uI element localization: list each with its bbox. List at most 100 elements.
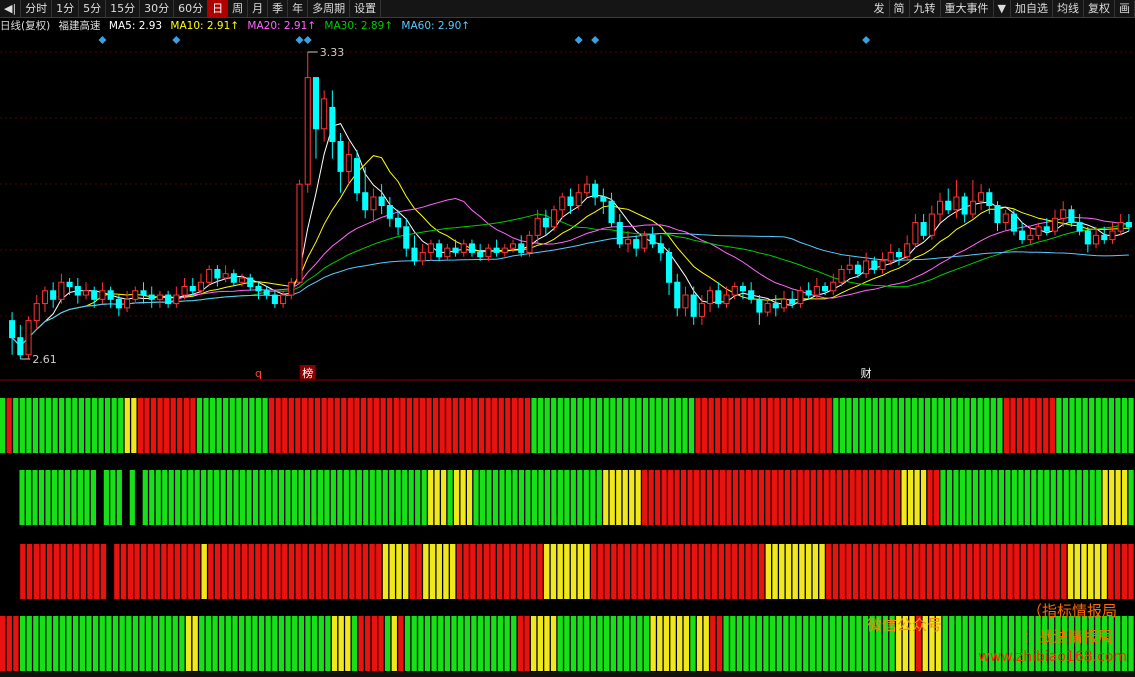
- candle-body[interactable]: [419, 251, 426, 262]
- candle-body[interactable]: [386, 205, 393, 219]
- candle-body[interactable]: [600, 196, 607, 202]
- candle-body[interactable]: [518, 243, 525, 253]
- candle-body[interactable]: [904, 243, 911, 258]
- event-marker-icon[interactable]: [172, 36, 181, 44]
- candle-body[interactable]: [362, 192, 369, 211]
- toolbar-button-4[interactable]: ▼: [994, 0, 1011, 17]
- candle-body[interactable]: [846, 264, 853, 270]
- candle-body[interactable]: [1109, 230, 1116, 241]
- candle-body[interactable]: [477, 251, 484, 258]
- candle-body[interactable]: [1035, 226, 1042, 236]
- candle-body[interactable]: [1084, 230, 1091, 245]
- candle-body[interactable]: [321, 98, 328, 130]
- candle-body[interactable]: [994, 205, 1001, 224]
- candle-body[interactable]: [395, 217, 402, 228]
- candle-body[interactable]: [534, 217, 541, 236]
- candle-body[interactable]: [181, 286, 188, 296]
- candle-body[interactable]: [928, 213, 935, 236]
- toolbar-button-8[interactable]: 画: [1115, 0, 1135, 17]
- toolbar-button-2[interactable]: 九转: [910, 0, 941, 17]
- candle-body[interactable]: [189, 286, 196, 292]
- candle-body[interactable]: [460, 243, 467, 253]
- candle-body[interactable]: [592, 183, 599, 198]
- candle-body[interactable]: [509, 243, 517, 249]
- candle-body[interactable]: [485, 247, 492, 258]
- candle-body[interactable]: [682, 294, 689, 309]
- candle-body[interactable]: [74, 286, 81, 296]
- candle-body[interactable]: [797, 290, 804, 305]
- candle-body[interactable]: [698, 303, 705, 317]
- event-marker-icon[interactable]: [295, 36, 304, 44]
- candle-body[interactable]: [838, 268, 845, 283]
- candle-body[interactable]: [649, 234, 656, 245]
- candle-body[interactable]: [165, 294, 172, 305]
- candle-body[interactable]: [17, 337, 24, 356]
- candle-body[interactable]: [945, 200, 952, 211]
- candle-body[interactable]: [1117, 222, 1124, 232]
- candle-body[interactable]: [337, 141, 344, 172]
- candle-body[interactable]: [197, 281, 205, 292]
- candle-body[interactable]: [296, 183, 303, 283]
- period-tab-1[interactable]: 分时: [21, 0, 53, 17]
- candle-body[interactable]: [1093, 234, 1100, 245]
- chart-annotation[interactable]: 财: [861, 366, 872, 380]
- candle-body[interactable]: [501, 247, 508, 253]
- candle-body[interactable]: [986, 192, 993, 206]
- candle-body[interactable]: [731, 286, 738, 296]
- candle-body[interactable]: [444, 247, 451, 258]
- period-tab-8[interactable]: 周: [228, 0, 249, 17]
- candle-body[interactable]: [255, 286, 262, 292]
- candle-body[interactable]: [493, 247, 500, 253]
- candle-body[interactable]: [288, 281, 295, 296]
- candle-body[interactable]: [526, 234, 533, 253]
- candle-body[interactable]: [66, 281, 73, 288]
- candle-body[interactable]: [1002, 213, 1009, 224]
- candle-body[interactable]: [936, 200, 944, 215]
- candle-body[interactable]: [411, 247, 418, 262]
- candle-body[interactable]: [1101, 234, 1108, 241]
- candle-body[interactable]: [1125, 222, 1132, 228]
- candle-body[interactable]: [772, 303, 779, 309]
- candle-body[interactable]: [82, 290, 90, 296]
- candle-body[interactable]: [329, 106, 336, 143]
- candle-body[interactable]: [263, 290, 270, 296]
- candle-body[interactable]: [1043, 226, 1050, 232]
- candle-body[interactable]: [99, 290, 106, 300]
- candle-body[interactable]: [608, 200, 615, 224]
- candle-body[interactable]: [9, 320, 16, 339]
- candle-body[interactable]: [378, 196, 385, 207]
- candle-body[interactable]: [895, 251, 903, 258]
- candle-body[interactable]: [764, 303, 771, 313]
- candle-body[interactable]: [436, 243, 443, 258]
- candle-body[interactable]: [969, 200, 976, 215]
- period-tab-5[interactable]: 30分: [140, 0, 175, 17]
- candle-body[interactable]: [1027, 234, 1034, 241]
- candle-body[interactable]: [813, 286, 820, 296]
- candle-body[interactable]: [953, 196, 960, 211]
- candle-body[interactable]: [978, 192, 985, 202]
- candle-body[interactable]: [879, 260, 886, 270]
- period-tab-11[interactable]: 年: [288, 0, 309, 17]
- toolbar-button-1[interactable]: 简: [890, 0, 910, 17]
- event-marker-icon[interactable]: [303, 36, 312, 44]
- event-marker-icon[interactable]: [591, 36, 600, 44]
- candle-body[interactable]: [665, 251, 673, 283]
- period-tab-12[interactable]: 多周期: [308, 0, 351, 17]
- candle-body[interactable]: [961, 196, 968, 215]
- period-tab-6[interactable]: 60分: [174, 0, 209, 17]
- candle-body[interactable]: [132, 290, 139, 300]
- candle-body[interactable]: [230, 273, 237, 283]
- candle-body[interactable]: [452, 247, 459, 253]
- candle-body[interactable]: [173, 294, 180, 305]
- candle-body[interactable]: [723, 294, 730, 305]
- period-tab-9[interactable]: 月: [248, 0, 269, 17]
- candle-body[interactable]: [280, 294, 287, 305]
- candle-body[interactable]: [822, 286, 829, 292]
- candle-body[interactable]: [567, 196, 574, 207]
- candle-body[interactable]: [1019, 230, 1026, 241]
- toolbar-button-0[interactable]: 发: [870, 0, 890, 17]
- period-tab-4[interactable]: 15分: [106, 0, 141, 17]
- candle-body[interactable]: [551, 209, 558, 228]
- candle-body[interactable]: [124, 298, 131, 309]
- candle-body[interactable]: [214, 268, 221, 279]
